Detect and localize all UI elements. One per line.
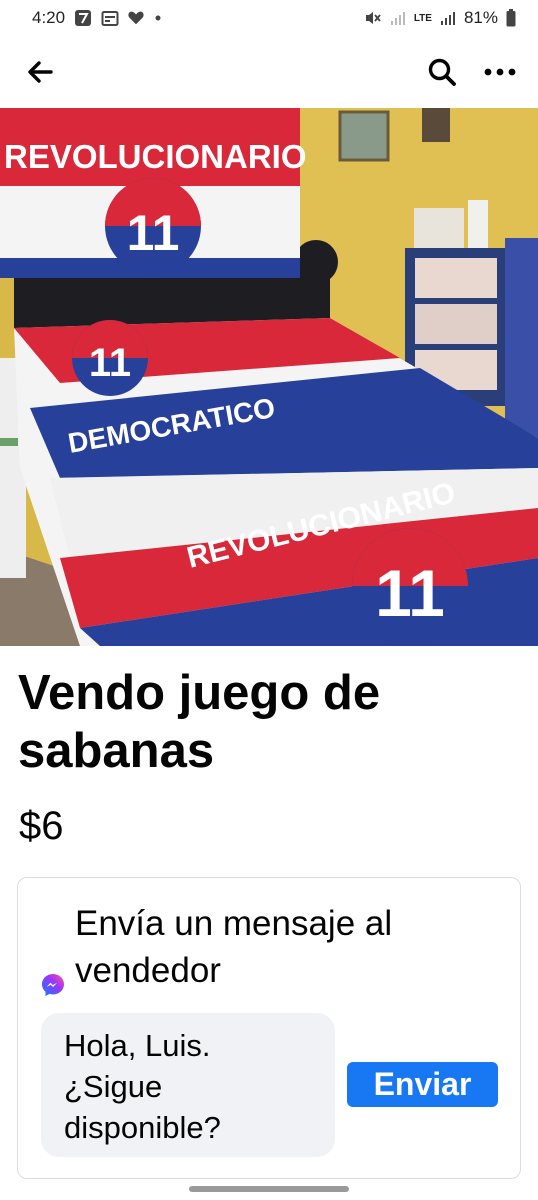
listing-price: $6 — [19, 804, 64, 848]
message-input[interactable]: Hola, Luis. ¿Sigue disponible? — [41, 1013, 335, 1157]
top-app-bar — [0, 40, 538, 102]
signal-icon — [390, 10, 406, 26]
dot-icon — [153, 13, 163, 23]
listing-title: Vendo juego de sabanas — [18, 666, 381, 778]
heart-icon — [127, 9, 145, 27]
back-arrow-icon[interactable] — [20, 52, 60, 92]
photo-bed-number-small: 11 — [89, 341, 131, 385]
mute-icon — [364, 9, 382, 27]
status-right: LTE 81% — [364, 8, 516, 28]
messenger-icon — [40, 972, 66, 998]
signal-icon — [440, 10, 456, 26]
bedsheet-photo: REVOLUCIONARIO 11 DEMOCRATICO REVOLUCION… — [0, 108, 538, 646]
photo-bed-number: 11 — [375, 556, 445, 630]
photo-banner-text: REVOLUCIONARIO — [4, 138, 307, 175]
app-notification-icon — [73, 8, 93, 28]
message-heading: Envía un mensaje al vendedor — [75, 904, 393, 990]
battery-icon — [506, 9, 516, 27]
status-time: 4:20 — [32, 8, 66, 27]
network-label: LTE — [413, 12, 432, 24]
calendar-icon — [101, 9, 119, 27]
battery-level: 81% — [463, 8, 498, 27]
search-icon[interactable] — [420, 50, 464, 94]
gesture-handle — [189, 1186, 349, 1192]
photo-number-text: 11 — [127, 205, 180, 261]
listing-photo[interactable]: REVOLUCIONARIO 11 DEMOCRATICO REVOLUCION… — [0, 108, 538, 646]
status-left: 4:20 — [32, 8, 163, 28]
more-icon[interactable] — [478, 50, 522, 94]
message-seller-card: Envía un mensaje al vendedor Hola, Luis.… — [17, 877, 521, 1179]
status-bar: 4:20 LTE 81% — [0, 0, 538, 36]
send-button[interactable]: Enviar — [347, 1062, 498, 1107]
